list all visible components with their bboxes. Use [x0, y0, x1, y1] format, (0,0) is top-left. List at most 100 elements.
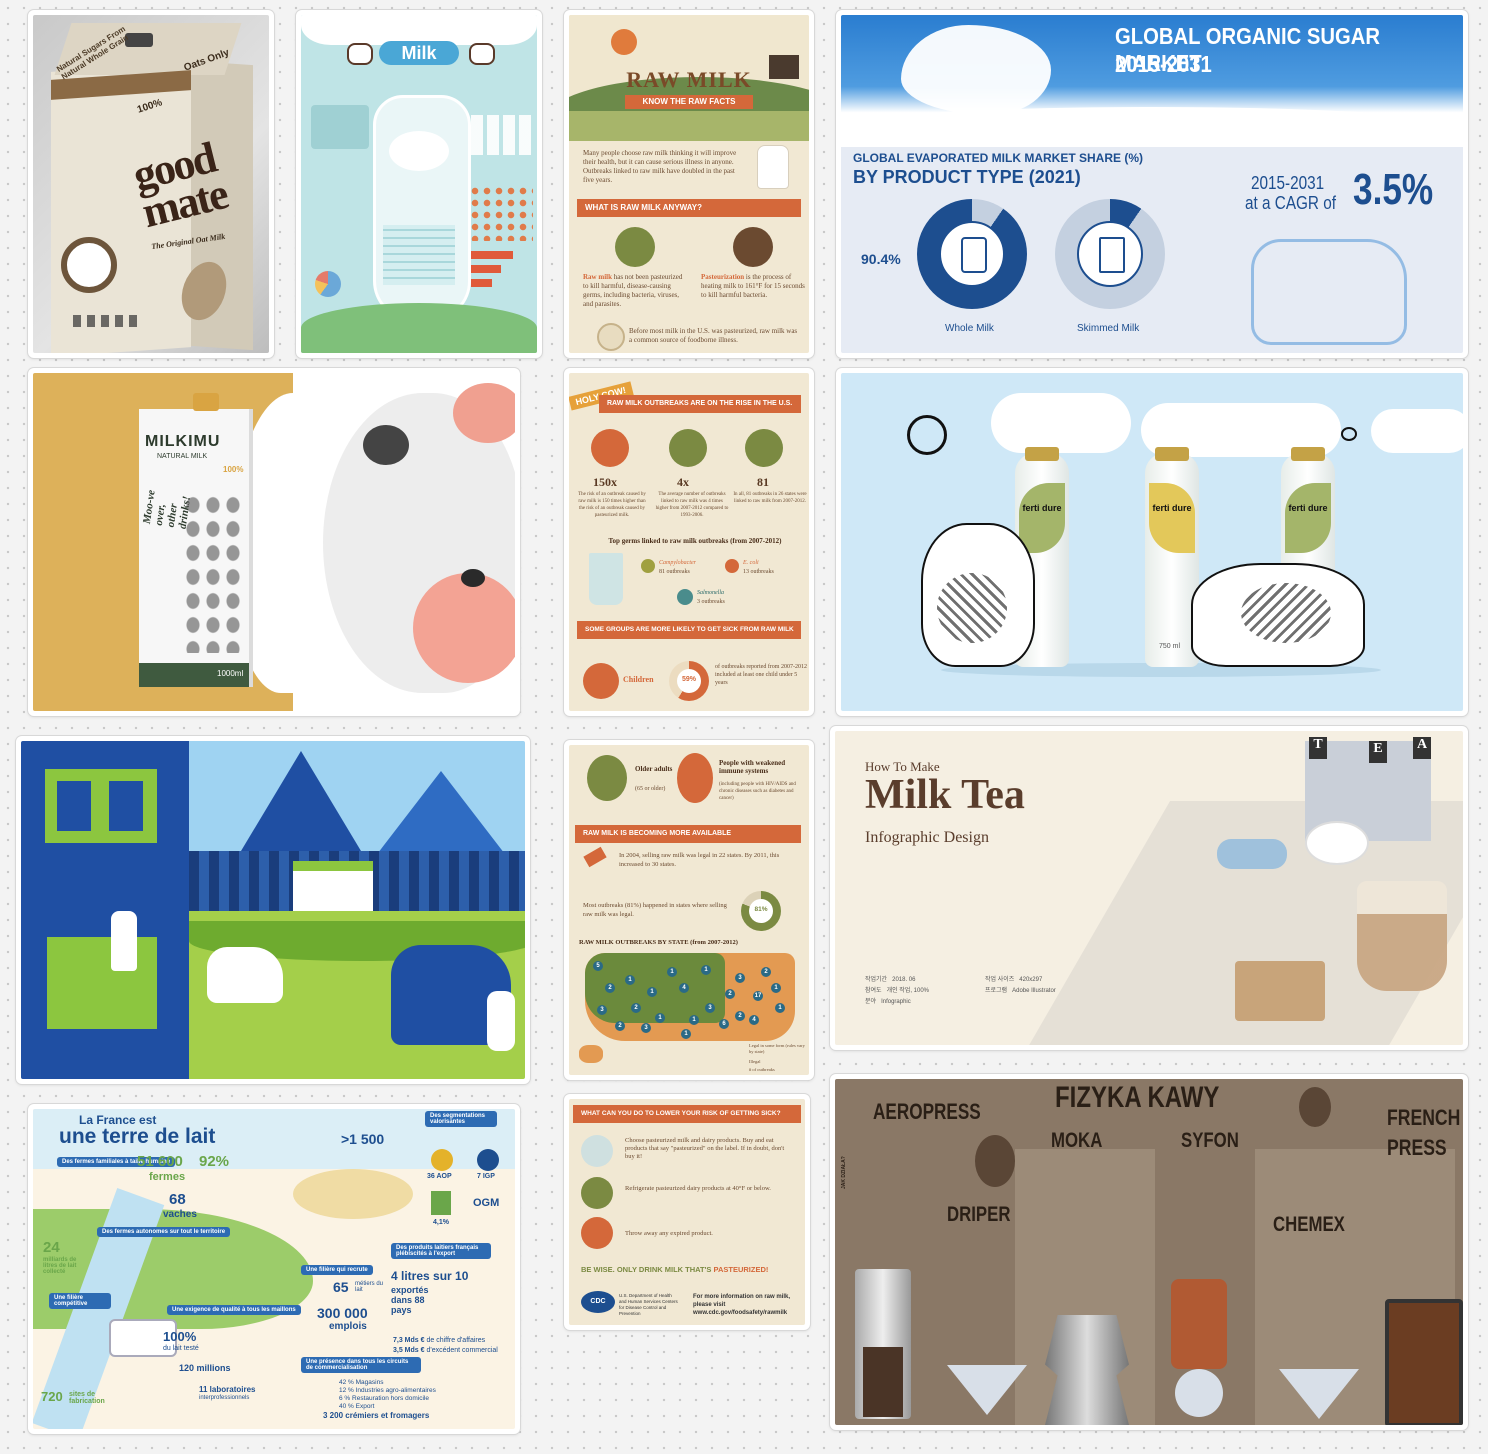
stat-100: 100%	[163, 1329, 197, 1344]
cartoon-cow-left-spots	[937, 573, 1007, 643]
stat-68: 68	[169, 1191, 186, 1208]
map-outbreak-dot: 1	[655, 1013, 665, 1023]
gallery-card-milkimu[interactable]: MILKIMU NATURAL MILK Moo-ve over, other …	[28, 368, 520, 716]
map-outbreak-dot: 1	[647, 987, 657, 997]
stat-68-label: vaches	[163, 1209, 197, 1220]
children-pct: 59%	[681, 676, 696, 683]
carton-circle-icon	[61, 237, 117, 293]
bottle-2-brand: ferti dure	[1152, 503, 1192, 513]
product-icons	[471, 115, 531, 155]
tip-1: Choose pasteurized milk and dairy produc…	[625, 1137, 785, 1160]
delivery-truck	[1235, 961, 1325, 1021]
aop-badge	[431, 1149, 453, 1171]
gallery-card-goodmate[interactable]: Natural Sugars From Natural Whole Grain …	[28, 10, 274, 358]
cloud-3	[1371, 409, 1463, 453]
stat-labs: 11 laboratoires	[199, 1385, 256, 1394]
stat-100-label: du lait testé	[163, 1345, 199, 1352]
immune-sub: (including people with HIV/AIDS and chro…	[719, 782, 796, 801]
dripper-cone	[947, 1365, 1027, 1415]
aeropress-chamber	[863, 1347, 903, 1417]
milk-tea-sub: Infographic Design	[865, 829, 989, 846]
carton-brand: MILKIMU	[145, 433, 221, 450]
gallery-card-dairy-landscape[interactable]	[16, 736, 530, 1084]
gallery-card-outbreak-map[interactable]: Older adults (65 or older) People with w…	[564, 740, 814, 1080]
pill-autonomes: Des fermes autonomes sur tout le territo…	[97, 1227, 231, 1237]
market-subtitle1: GLOBAL EVAPORATED MILK MARKET SHARE (%)	[853, 151, 1143, 165]
stat-3-5mds-text: d'excédent commercial	[426, 1347, 498, 1354]
stat-fermes-label: fermes	[149, 1171, 186, 1183]
gallery-card-pasteurized[interactable]: WHAT CAN YOU DO TO LOWER YOUR RISK OF GE…	[564, 1094, 810, 1330]
map-title: RAW MILK OUTBREAKS BY STATE (from 2007-2…	[579, 939, 738, 946]
milk-jug-icon	[757, 145, 789, 189]
slogan: BE WISE. ONLY DRINK MILK THAT'S PASTEURI…	[581, 1265, 768, 1274]
syfon-bulb	[1175, 1369, 1223, 1417]
field	[569, 111, 809, 141]
ogm-label: OGM	[473, 1197, 500, 1209]
germ1-count: 81 outbreaks	[659, 569, 690, 575]
tip-3: Throw away any expired product.	[625, 1230, 713, 1237]
milk-poster-artwork: Milk	[301, 15, 537, 353]
sales-item-1: 42 % Magasins	[339, 1379, 384, 1386]
syfon-device	[1171, 1279, 1227, 1369]
germs-title: Top germs linked to raw milk outbreaks (…	[608, 537, 782, 545]
france-title-big: une terre de lait	[59, 1125, 216, 1148]
milk-bottle	[373, 95, 471, 321]
gallery-card-market[interactable]: GLOBAL ORGANIC SUGAR MARKET 2015-2031 GL…	[836, 10, 1468, 358]
meta-row-2: 참여도 개인 작업, 100%	[865, 986, 929, 997]
label-aeropress: AEROPRESS	[873, 1099, 981, 1124]
pot-circle-icon	[733, 227, 773, 267]
stat3-text: In all, 81 outbreaks in 26 states were l…	[733, 492, 807, 504]
bottle-2-label	[1149, 483, 1195, 553]
milk-glass-icon	[589, 553, 623, 605]
gallery-card-raw-milk[interactable]: RAW MILK KNOW THE RAW FACTS Many people …	[564, 10, 814, 358]
meta-key-5: 프로그램	[985, 988, 1008, 994]
stat2-text: The average number of outbreaks linked t…	[655, 492, 729, 518]
meta-val-2: 개인 작업, 100%	[886, 988, 930, 994]
market-cagr-line2: at a CAGR of	[1245, 193, 1336, 213]
meta-row-5: 프로그램 Adobe Illustrator	[985, 986, 1056, 997]
house-window-2	[109, 781, 143, 831]
cdc-logo: CDC	[581, 1291, 615, 1313]
carton-cap	[193, 393, 219, 411]
bottle-2-cap	[1155, 447, 1189, 461]
gallery-card-milk-poster[interactable]: Milk	[296, 10, 542, 358]
market-subtitle2: BY PRODUCT TYPE (2021)	[853, 167, 1081, 187]
gallery-card-holy-cow[interactable]: HOLY COW! RAW MILK OUTBREAKS ARE ON THE …	[564, 368, 814, 716]
tea-sign-a: A	[1413, 737, 1431, 759]
stat-720: 720	[41, 1389, 63, 1404]
bottle-1-brand: ferti dure	[1022, 503, 1062, 513]
legal-text: In 2004, selling raw milk was legal in 2…	[619, 852, 780, 868]
tea-cup	[1357, 881, 1447, 991]
milk-splash-shape	[901, 25, 1051, 115]
gallery-card-bottles[interactable]: ferti dure ferti dure ferti dure 750 ml	[836, 368, 1468, 716]
meta-right: 작업 사이즈 420x297 프로그램 Adobe Illustrator	[985, 975, 1056, 997]
outbreak-map-artwork: Older adults (65 or older) People with w…	[569, 745, 809, 1075]
milk-wave	[841, 107, 1463, 147]
gallery-card-france[interactable]: La France est une terre de lait Des ferm…	[28, 1104, 520, 1434]
trash-icon	[581, 1217, 613, 1249]
pill-qualite: Une exigence de qualité à tous les maill…	[167, 1305, 301, 1315]
gallery-card-milk-tea[interactable]: How To Make Milk Tea Infographic Design …	[830, 726, 1468, 1050]
raw-milk-past-text: Pasteurization is the process of heating…	[701, 273, 805, 300]
carton-symbols	[73, 315, 137, 327]
legend-legal: Legal in some form (rules vary by state)	[749, 1043, 805, 1054]
gallery-card-coffee[interactable]: FIZYKA KAWY AEROPRESS MOKA SYFON FRENCH …	[830, 1074, 1468, 1430]
germ3: Salmonella 3 outbreaks	[697, 589, 725, 607]
cow-ear	[453, 383, 515, 443]
igp-label: 7 IGP	[477, 1173, 495, 1180]
map-outbreak-dot: 5	[593, 961, 603, 971]
cdc-text: CDC	[590, 1298, 606, 1305]
slogan-word: PASTEURIZED!	[713, 1265, 769, 1274]
sales-item-4: 40 % Export	[339, 1403, 375, 1410]
raw-milk-section1: WHAT IS RAW MILK ANYWAY?	[577, 199, 801, 217]
cdc-info-link[interactable]: For more information on raw milk, please…	[693, 1293, 803, 1317]
raw-milk-past-label: Pasteurization	[701, 273, 745, 281]
pct-41: 4,1%	[433, 1219, 449, 1226]
grass-ground	[301, 303, 537, 353]
market-donut-value: 90.4%	[861, 251, 901, 267]
stat-7-3mds-text: de chiffre d'affaires	[426, 1337, 486, 1344]
map-outbreak-dot: 4	[679, 983, 689, 993]
market-title-line2: 2015-2031	[1115, 51, 1212, 77]
meta-key-2: 참여도	[865, 988, 882, 994]
meta-left: 작업기간 2018. 06 참여도 개인 작업, 100% 분야 Infogra…	[865, 975, 929, 1008]
